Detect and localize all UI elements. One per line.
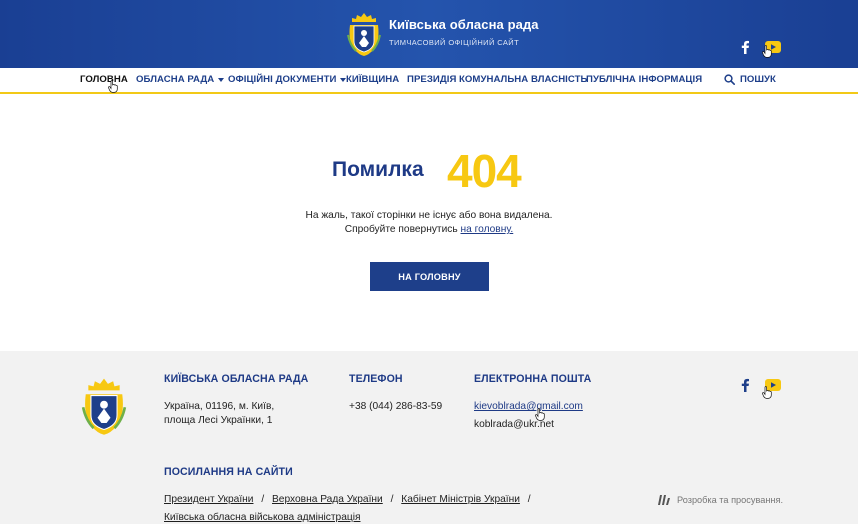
caret-down-icon [218,77,225,82]
site-footer: КИЇВСЬКА ОБЛАСНА РАДА Україна, 01196, м.… [0,351,858,524]
footer-email-link-1[interactable]: kievoblrada@gmail.com [474,401,583,412]
brand-text: Київська обласна рада ТИМЧАСОВИЙ ОФІЦІЙН… [389,17,539,47]
footer-link-military-administration[interactable]: Київська обласна військова адміністрація [164,512,360,523]
footer-email-heading: ЕЛЕКТРОННА ПОШТА [474,373,592,385]
nav-item-home[interactable]: ГОЛОВНА [80,74,128,85]
hand-cursor-icon [108,80,118,93]
facebook-icon[interactable] [740,40,750,54]
footer-links-list: Президент України / Верховна Рада Україн… [164,494,536,505]
site-subtitle: ТИМЧАСОВИЙ ОФІЦІЙНИЙ САЙТ [389,38,520,47]
kyiv-oblast-crest-icon [347,13,381,56]
header-social-links [740,40,781,54]
nav-item-label: КОМУНАЛЬНА ВЛАСНІСТЬ [459,74,588,85]
footer-phone-heading: ТЕЛЕФОН [349,373,403,385]
error-message: На жаль, такої сторінки не існує або вон… [305,210,553,221]
error-hint: Спробуйте повернутись на головну. [0,224,858,235]
footer-link-verkhovna-rada[interactable]: Верховна Рада України [272,494,383,505]
footer-link-cabinet[interactable]: Кабінет Міністрів України [401,494,520,505]
error-hint-text: Спробуйте повернутись [344,224,458,235]
link-separator: / [261,494,265,505]
nav-item-oblast-council[interactable]: ОБЛАСНА РАДА [136,74,225,85]
nav-item-kyiv-region[interactable]: КИЇВЩИНА [346,74,399,85]
nav-item-label: КИЇВЩИНА [346,74,400,85]
home-link[interactable]: на головну. [461,224,514,235]
main-navigation: ГОЛОВНА ОБЛАСНА РАДА ОФІЦІЙНІ ДОКУМЕНТИ … [0,68,858,94]
site-title: Київська обласна рада [389,17,539,32]
site-header: Київська обласна рада ТИМЧАСОВИЙ ОФІЦІЙН… [0,0,858,68]
footer-link-president[interactable]: Президент України [164,494,253,505]
link-separator: / [527,494,531,505]
footer-phone[interactable]: +38 (044) 286-83-59 [349,401,442,412]
footer-social-links [740,378,781,392]
error-title: Помилка [332,158,424,181]
footer-links-list-2: Київська обласна військова адміністрація [164,512,360,523]
go-home-button[interactable]: НА ГОЛОВНУ [370,262,489,291]
footer-address-line2: площа Лесі Українки, 1 [164,415,273,426]
developer-credit[interactable]: Розробка та просування. [657,494,783,506]
nav-item-label: ГОЛОВНА [80,74,128,85]
nav-item-public-information[interactable]: ПУБЛІЧНА ІНФОРМАЦІЯ [586,74,702,85]
search-icon [724,74,735,85]
nav-item-official-documents[interactable]: ОФІЦІЙНІ ДОКУМЕНТИ [228,74,347,85]
search-label: ПОШУК [740,74,776,85]
facebook-icon[interactable] [740,378,750,392]
hand-cursor-icon [762,45,772,58]
nav-item-label: ОФІЦІЙНІ ДОКУМЕНТИ [228,74,337,85]
developer-text: Розробка та просування. [677,495,784,505]
nav-item-presidium[interactable]: ПРЕЗИДІЯ [407,74,456,85]
nav-item-communal-property[interactable]: КОМУНАЛЬНА ВЛАСНІСТЬ [459,74,587,85]
nav-item-label: ОБЛАСНА РАДА [136,74,215,85]
error-code: 404 [447,145,522,197]
footer-address-line1: Україна, 01196, м. Київ, [164,401,275,412]
search-button[interactable]: ПОШУК [724,74,776,85]
hand-cursor-icon [762,386,772,399]
nav-item-label: ПРЕЗИДІЯ [407,74,457,85]
footer-links-heading: ПОСИЛАННЯ НА САЙТИ [164,466,293,478]
site-brand[interactable]: Київська обласна рада ТИМЧАСОВИЙ ОФІЦІЙН… [346,11,539,57]
developer-logo-icon [658,495,670,505]
footer-org-heading: КИЇВСЬКА ОБЛАСНА РАДА [164,373,309,385]
nav-item-label: ПУБЛІЧНА ІНФОРМАЦІЯ [586,74,703,85]
hand-cursor-icon [535,408,545,421]
link-separator: / [390,494,394,505]
kyiv-oblast-crest-icon [81,378,127,435]
